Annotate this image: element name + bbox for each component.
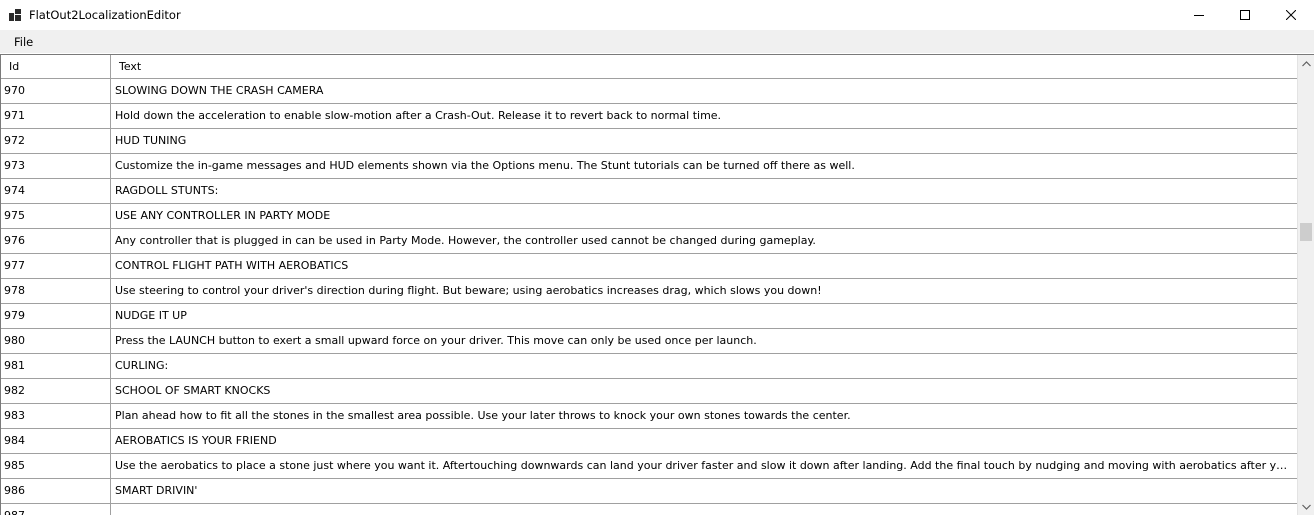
id-cell[interactable]: 973 [1,154,111,178]
table-row[interactable]: 980 Press the LAUNCH button to exert a sm… [1,329,1297,354]
app-window-icon [9,9,21,21]
text-cell[interactable]: Plan ahead how to fit all the stones in … [111,404,1297,428]
table-row[interactable]: 976 Any controller that is plugged in can… [1,229,1297,254]
grid-rows: 970 SLOWING DOWN THE CRASH CAMERA 971 Hold … [1,79,1297,515]
table-row[interactable]: 983 Plan ahead how to fit all the stones … [1,404,1297,429]
id-cell[interactable]: 982 [1,379,111,403]
text-cell[interactable]: Press the LAUNCH button to exert a small… [111,329,1297,353]
table-row[interactable]: 986 SMART DRIVIN' [1,479,1297,504]
text-cell[interactable]: SCHOOL OF SMART KNOCKS [111,379,1297,403]
localization-grid[interactable]: Id Text 970 SLOWING DOWN THE CRASH CAMERA… [0,54,1314,515]
chevron-up-icon [1302,60,1311,66]
table-row[interactable]: 975 USE ANY CONTROLLER IN PARTY MODE [1,204,1297,229]
text-cell[interactable]: SLOWING DOWN THE CRASH CAMERA [111,79,1297,103]
maximize-button[interactable] [1222,0,1268,30]
table-row[interactable]: 977 CONTROL FLIGHT PATH WITH AEROBATICS [1,254,1297,279]
id-cell[interactable]: 980 [1,329,111,353]
text-cell[interactable]: CURLING: [111,354,1297,378]
id-cell[interactable]: 970 [1,79,111,103]
column-header-text[interactable]: Text [111,55,1297,79]
table-row[interactable]: 984 AEROBATICS IS YOUR FRIEND [1,429,1297,454]
table-row[interactable]: 973 Customize the in-game messages and HU… [1,154,1297,179]
id-cell[interactable]: 972 [1,129,111,153]
minimize-icon [1194,15,1204,16]
text-cell[interactable]: Customize the in-game messages and HUD e… [111,154,1297,178]
maximize-icon [1240,10,1250,20]
id-cell[interactable]: 974 [1,179,111,203]
menu-bar: File [0,30,1314,53]
text-cell[interactable]: Use the aerobatics to place a stone just… [111,454,1297,478]
id-cell[interactable]: 985 [1,454,111,478]
text-cell[interactable]: SMART DRIVIN' [111,479,1297,503]
id-cell[interactable]: 977 [1,254,111,278]
id-cell[interactable]: 979 [1,304,111,328]
close-button[interactable] [1268,0,1314,30]
table-row[interactable]: 971 Hold down the acceleration to enable … [1,104,1297,129]
text-cell[interactable]: AEROBATICS IS YOUR FRIEND [111,429,1297,453]
table-row[interactable]: 979 NUDGE IT UP [1,304,1297,329]
close-icon [1286,10,1296,20]
id-cell[interactable]: 975 [1,204,111,228]
chevron-down-icon [1302,504,1311,510]
title-bar: FlatOut2LocalizationEditor [0,0,1314,30]
text-cell[interactable]: NUDGE IT UP [111,304,1297,328]
id-cell[interactable]: 978 [1,279,111,303]
id-cell[interactable]: 976 [1,229,111,253]
table-row[interactable]: 974 RAGDOLL STUNTS: [1,179,1297,204]
table-row[interactable]: 982 SCHOOL OF SMART KNOCKS [1,379,1297,404]
table-row[interactable]: 981 CURLING: [1,354,1297,379]
scroll-thumb[interactable] [1300,223,1312,241]
id-cell[interactable]: 984 [1,429,111,453]
scroll-up-button[interactable] [1298,55,1314,72]
text-cell[interactable]: CONTROL FLIGHT PATH WITH AEROBATICS [111,254,1297,278]
menu-file[interactable]: File [7,34,40,50]
text-cell[interactable]: RAGDOLL STUNTS: [111,179,1297,203]
table-row[interactable]: 970 SLOWING DOWN THE CRASH CAMERA [1,79,1297,104]
id-cell[interactable]: 987 [1,504,111,515]
window-title: FlatOut2LocalizationEditor [29,8,181,22]
id-cell[interactable]: 971 [1,104,111,128]
text-cell[interactable]: USE ANY CONTROLLER IN PARTY MODE [111,204,1297,228]
text-cell[interactable]: Any controller that is plugged in can be… [111,229,1297,253]
text-cell[interactable] [111,504,1297,515]
table-row[interactable]: 985 Use the aerobatics to place a stone j… [1,454,1297,479]
id-cell[interactable]: 986 [1,479,111,503]
text-cell[interactable]: Use steering to control your driver's di… [111,279,1297,303]
column-header-id[interactable]: Id [1,55,111,79]
text-cell[interactable]: HUD TUNING [111,129,1297,153]
minimize-button[interactable] [1176,0,1222,30]
table-row[interactable]: 987 [1,504,1297,515]
id-cell[interactable]: 983 [1,404,111,428]
grid-header: Id Text [1,55,1297,79]
text-cell[interactable]: Hold down the acceleration to enable slo… [111,104,1297,128]
id-cell[interactable]: 981 [1,354,111,378]
vertical-scrollbar[interactable] [1297,55,1314,515]
table-row[interactable]: 972 HUD TUNING [1,129,1297,154]
scroll-down-button[interactable] [1298,498,1314,515]
table-row[interactable]: 978 Use steering to control your driver's… [1,279,1297,304]
